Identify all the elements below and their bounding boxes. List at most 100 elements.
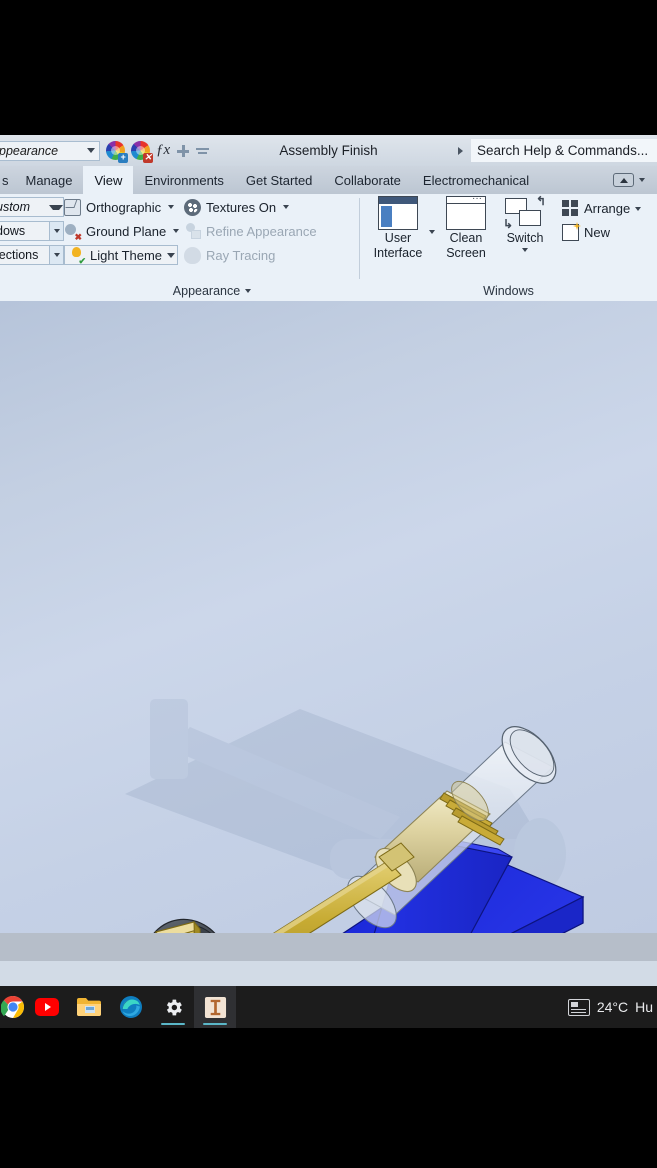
panel-visibility-title xyxy=(0,281,64,301)
light-bulb-icon xyxy=(68,246,86,267)
panel-appearance-title[interactable]: Appearance xyxy=(64,281,360,301)
shadows-dropdown-button[interactable] xyxy=(49,222,63,240)
chrome-icon xyxy=(1,995,24,1018)
chevron-up-icon xyxy=(619,177,628,183)
chevron-down-icon[interactable] xyxy=(168,205,175,209)
textures-label: Textures On xyxy=(206,199,277,215)
clean-screen-label-line2: Screen xyxy=(446,246,486,260)
taskbar-item-file-explorer[interactable] xyxy=(68,986,110,1028)
chevron-down-icon[interactable] xyxy=(522,248,528,252)
panel-visibility-rows: ustom dows lections xyxy=(0,194,64,281)
refine-appearance-button: Refine Appearance xyxy=(184,221,318,241)
file-explorer-icon xyxy=(77,998,101,1016)
clean-screen-icon xyxy=(446,193,486,230)
tab-label: Collaborate xyxy=(334,172,401,188)
ribbon-collapse-group xyxy=(613,166,657,194)
view-cube-icon xyxy=(64,198,81,216)
appearance-left-column: Orthographic Ground Plane Light Theme xyxy=(64,197,180,281)
inventor-window: ppearance + ✕ ƒx Assembly Finish Search … xyxy=(0,135,657,1028)
reflections-combo[interactable]: lections xyxy=(0,245,64,265)
piston-crank-assembly-model xyxy=(125,699,585,933)
edge-icon xyxy=(120,996,142,1018)
light-theme-combo[interactable]: Light Theme xyxy=(64,245,178,267)
chevron-down-icon[interactable] xyxy=(429,230,435,234)
taskbar-item-settings[interactable] xyxy=(152,986,194,1028)
ray-tracing-label: Ray Tracing xyxy=(206,247,276,263)
taskbar-item-inventor[interactable] xyxy=(194,986,236,1028)
gear-icon xyxy=(166,999,182,1015)
user-interface-label-line2: Interface xyxy=(373,246,423,260)
search-placeholder: Search Help & Commands... xyxy=(477,143,649,158)
ray-tracing-icon xyxy=(184,246,201,264)
tab-label: View xyxy=(94,172,123,188)
chevron-down-icon xyxy=(49,204,63,210)
search-input[interactable]: Search Help & Commands... xyxy=(471,139,657,162)
weather-condition: Hu xyxy=(635,999,653,1015)
user-interface-label-line1: User xyxy=(384,231,412,245)
chevron-down-icon[interactable] xyxy=(635,206,642,211)
news-icon xyxy=(567,998,590,1016)
panel-appearance-title-text: Appearance xyxy=(172,284,241,298)
new-window-icon xyxy=(562,224,579,241)
tab-get-started[interactable]: Get Started xyxy=(235,166,323,194)
ground-plane-button[interactable]: Ground Plane xyxy=(64,221,180,243)
window-title-text: Assembly Finish xyxy=(279,143,378,158)
refine-appearance-label: Refine Appearance xyxy=(206,223,317,239)
tab-truncated[interactable]: s xyxy=(0,166,15,194)
chevron-down-icon[interactable] xyxy=(639,178,645,182)
windows-small-buttons: Arrange New xyxy=(556,196,642,241)
model-viewport[interactable] xyxy=(0,301,657,933)
arrange-button[interactable]: Arrange xyxy=(562,200,642,217)
tab-label: Get Started xyxy=(245,172,313,188)
panel-appearance: Orthographic Ground Plane Light Theme xyxy=(64,194,360,301)
windows-buttons: User Interface Clean Screen ↰↳ Switch xyxy=(360,193,657,281)
tab-label: Manage xyxy=(25,172,73,188)
user-interface-icon xyxy=(378,196,418,230)
refine-appearance-icon xyxy=(184,222,201,240)
appearance-right-column: Textures On Refine Appearance Ray Tracin… xyxy=(178,197,318,281)
tab-environments[interactable]: Environments xyxy=(133,166,234,194)
ribbon-tab-bar: s Manage View Environments Get Started C… xyxy=(0,166,657,194)
user-interface-button[interactable]: User Interface xyxy=(370,196,426,260)
shadows-combo[interactable]: dows xyxy=(0,221,64,241)
chevron-right-icon[interactable] xyxy=(458,146,463,155)
taskbar-item-edge[interactable] xyxy=(110,986,152,1028)
style-combo[interactable]: ustom xyxy=(0,197,64,217)
letterbox-top xyxy=(0,0,657,135)
panel-windows: User Interface Clean Screen ↰↳ Switch xyxy=(360,193,657,301)
tab-label: Electromechanical xyxy=(422,172,530,188)
switch-windows-button[interactable]: ↰ ↳ Switch xyxy=(497,194,553,252)
tab-view[interactable]: View xyxy=(83,166,134,194)
panel-windows-title-text: Windows xyxy=(483,284,534,298)
tab-electromechanical[interactable]: Electromechanical xyxy=(412,166,540,194)
ground-plane-label: Ground Plane xyxy=(86,223,167,239)
arrange-label: Arrange xyxy=(584,201,631,216)
visibility-combo-column: ustom dows lections xyxy=(0,197,64,281)
clean-screen-label-line1: Clean xyxy=(449,231,483,245)
chevron-down-icon xyxy=(245,289,252,293)
reflections-dropdown-button[interactable] xyxy=(49,246,63,264)
tab-manage[interactable]: Manage xyxy=(15,166,84,194)
status-bar xyxy=(0,933,657,961)
new-window-button[interactable]: New xyxy=(562,224,641,241)
taskbar-weather-widget[interactable]: 24°C Hu xyxy=(567,998,657,1016)
tab-collaborate[interactable]: Collaborate xyxy=(323,166,412,194)
chevron-down-icon[interactable] xyxy=(167,252,176,258)
chevron-down-icon[interactable] xyxy=(283,205,290,209)
tab-label: Environments xyxy=(144,172,224,188)
panel-windows-title: Windows xyxy=(360,281,657,301)
style-combo-value: ustom xyxy=(0,200,31,214)
tab-label: s xyxy=(2,172,9,188)
orthographic-button[interactable]: Orthographic xyxy=(64,197,178,217)
taskbar-item-chrome[interactable] xyxy=(0,986,26,1028)
panel-visibility: ustom dows lections xyxy=(0,194,64,301)
collapse-ribbon-button[interactable] xyxy=(613,173,634,187)
textures-button[interactable]: Textures On xyxy=(184,197,318,217)
clean-screen-button[interactable]: Clean Screen xyxy=(438,193,494,260)
reflections-combo-value: lections xyxy=(0,248,39,262)
youtube-icon xyxy=(35,998,59,1016)
chevron-down-icon xyxy=(53,253,60,257)
taskbar-item-youtube[interactable] xyxy=(26,986,68,1028)
textures-icon xyxy=(184,198,201,216)
letterbox-bottom xyxy=(0,1028,657,1168)
